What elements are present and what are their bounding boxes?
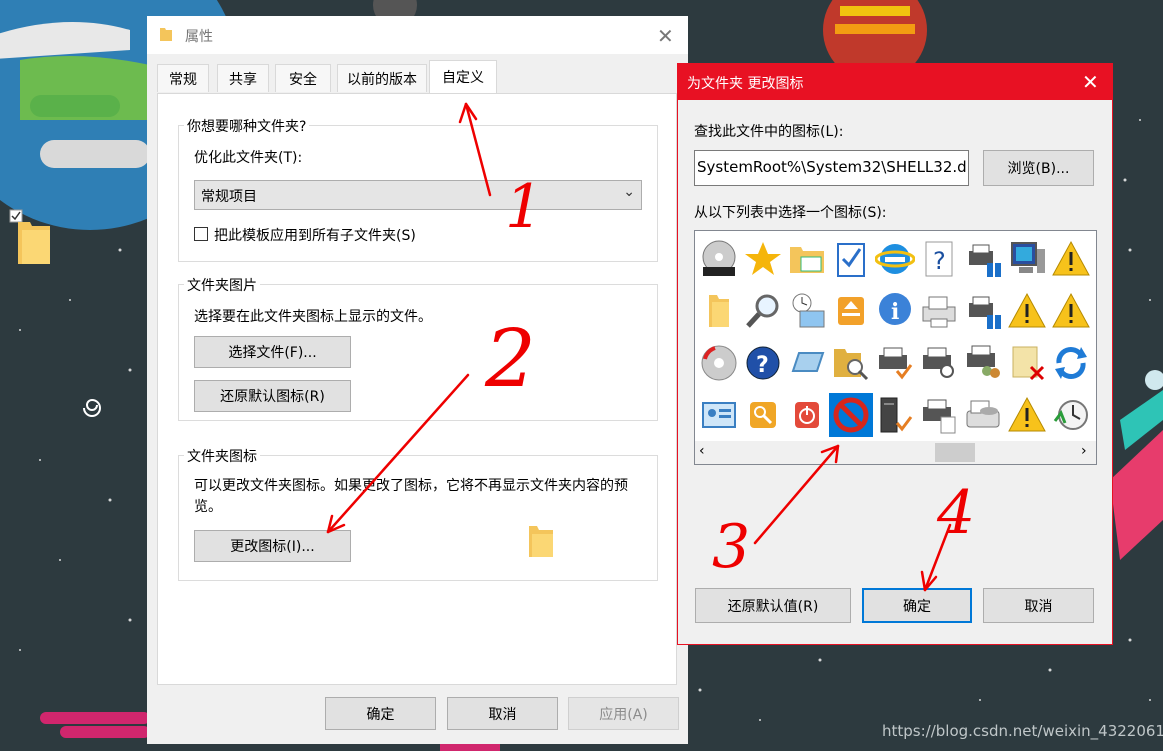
annotation-3: 3 (712, 512, 751, 582)
annotation-arrows (326, 102, 952, 592)
watermark: https://blog.csdn.net/weixin_43220615 (882, 722, 1163, 740)
annotation-2: 2 (485, 312, 536, 405)
annotation-4: 4 (937, 478, 976, 548)
annotation-1: 1 (505, 172, 544, 242)
